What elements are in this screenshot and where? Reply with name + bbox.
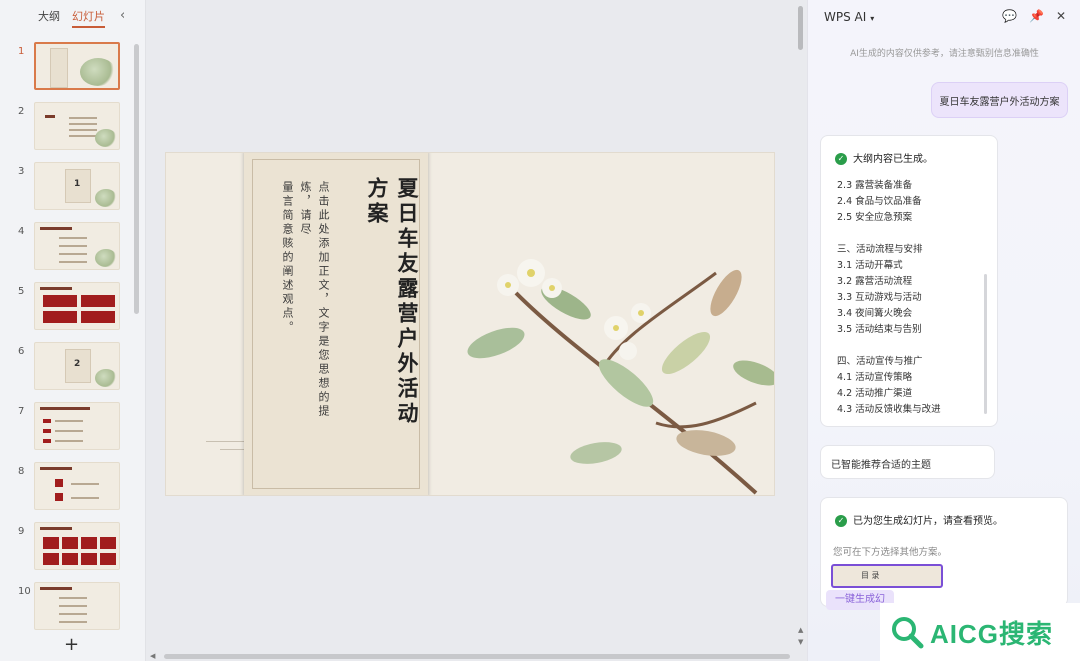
- slide-number: 10: [18, 586, 31, 597]
- slide-thumbnail[interactable]: [34, 462, 120, 510]
- tab-slides[interactable]: 幻灯片: [72, 8, 105, 28]
- slide-number: 3: [18, 166, 25, 177]
- add-slide-button[interactable]: +: [64, 634, 79, 655]
- flower-illustration: [467, 259, 774, 495]
- tab-outline[interactable]: 大纲: [38, 8, 60, 28]
- outline-list: 2.3 露营装备准备 2.4 食品与饮品准备 2.5 安全应急预案 三、活动流程…: [837, 178, 941, 418]
- outline-item: 2.3 露营装备准备: [837, 180, 913, 191]
- slides-status: ✓ 已为您生成幻灯片，请查看预览。: [835, 512, 1003, 527]
- slide-thumbnail[interactable]: [34, 42, 120, 90]
- panel-tabs: 大纲 幻灯片: [38, 8, 105, 28]
- thumbnail-scrollbar[interactable]: [134, 44, 139, 314]
- title-card[interactable]: 夏日车友露营户外活动 方案 点击此处添加正文，文字是您思想的提炼，请尽 量言简意赅的…: [244, 153, 428, 495]
- pin-icon[interactable]: 📌: [1029, 9, 1044, 23]
- slide-canvas: 夏日车友露营户外活动 方案 点击此处添加正文，文字是您思想的提炼，请尽 量言简意赅的…: [147, 0, 807, 661]
- slide-thumbnail[interactable]: [34, 102, 120, 150]
- slide-thumbnail[interactable]: 1: [34, 162, 120, 210]
- theme-message: 已智能推荐合适的主题: [820, 445, 995, 479]
- user-message: 夏日车友露营户外活动方案: [931, 82, 1068, 118]
- chevron-down-icon[interactable]: ▾: [870, 14, 874, 23]
- outline-message: ✓ 大纲内容已生成。 2.3 露营装备准备 2.4 食品与饮品准备 2.5 安全应…: [820, 135, 998, 427]
- slide-thumb-row[interactable]: 1: [0, 40, 136, 100]
- outline-item: 4.1 活动宣传策略: [837, 372, 913, 383]
- slide-thumb-row[interactable]: 6 2: [0, 340, 136, 400]
- slide-thumb-row[interactable]: 7: [0, 400, 136, 460]
- outline-item: 2.5 安全应急预案: [837, 212, 913, 223]
- horizontal-scrollbar[interactable]: ◀: [150, 652, 796, 660]
- slide-thumbnail[interactable]: [34, 582, 120, 630]
- outline-item: 3.5 活动结束与告别: [837, 324, 922, 335]
- slide-number: 5: [18, 286, 25, 297]
- slide-thumb-row[interactable]: 5: [0, 280, 136, 340]
- slide-thumb-row[interactable]: 3 1: [0, 160, 136, 220]
- watermark-text: AICG搜索: [930, 618, 1054, 649]
- slide-thumb-row[interactable]: 4: [0, 220, 136, 280]
- watermark-logo: AICG搜索: [880, 603, 1080, 661]
- slide-title[interactable]: 夏日车友露营户外活动 方案: [362, 177, 422, 427]
- slide-number: 1: [18, 46, 25, 57]
- outline-scrollbar[interactable]: [984, 274, 987, 414]
- outline-item: 2.4 食品与饮品准备: [837, 196, 922, 207]
- slide-number: 7: [18, 406, 25, 417]
- close-icon[interactable]: ✕: [1056, 9, 1066, 23]
- ai-panel-actions: 💬 📌 ✕: [1002, 9, 1066, 23]
- slide-thumb-row[interactable]: 2: [0, 100, 136, 160]
- outline-item: 3.4 夜间篝火晚会: [837, 308, 913, 319]
- outline-item: 3.2 露营活动流程: [837, 276, 913, 287]
- slides-panel: 大纲 幻灯片 ‹ 1 2 3 1 4 5 6 2 7 8 9 10 +: [0, 0, 146, 661]
- slide-number: 6: [18, 346, 25, 357]
- canvas-vertical-scrollbar[interactable]: ▲ ▼: [796, 0, 805, 661]
- search-icon: [892, 617, 924, 649]
- check-icon: ✓: [835, 515, 847, 527]
- slides-subtext: 您可在下方选择其他方案。: [833, 547, 948, 558]
- slide-thumbnail[interactable]: [34, 222, 120, 270]
- slide-thumbnail[interactable]: 2: [34, 342, 120, 390]
- slide-number: 8: [18, 466, 25, 477]
- slide-thumbnail[interactable]: [34, 522, 120, 570]
- chat-icon[interactable]: 💬: [1002, 9, 1017, 23]
- outline-item: 三、活动流程与安排: [837, 244, 923, 255]
- slide-1[interactable]: 夏日车友露营户外活动 方案 点击此处添加正文，文字是您思想的提炼，请尽 量言简意赅的…: [165, 152, 775, 496]
- chevron-left-icon[interactable]: ‹: [120, 8, 125, 23]
- outline-item: 3.1 活动开幕式: [837, 260, 903, 271]
- ai-disclaimer: AI生成的内容仅供参考，请注意甄别信息准确性: [850, 49, 1039, 59]
- outline-item: 4.3 活动反馈收集与改进: [837, 404, 941, 415]
- slide-thumbnail[interactable]: [34, 282, 120, 330]
- wps-ai-panel: WPS AI ▾ 💬 📌 ✕ AI生成的内容仅供参考，请注意甄别信息准确性 夏日车…: [807, 0, 1080, 661]
- slide-thumbnails: 1 2 3 1 4 5 6 2 7 8 9 10: [0, 40, 136, 640]
- slide-thumb-row[interactable]: 10: [0, 580, 136, 640]
- slide-number: 4: [18, 226, 25, 237]
- slide-number: 2: [18, 106, 25, 117]
- check-icon: ✓: [835, 153, 847, 165]
- slide-body-text[interactable]: 点击此处添加正文，文字是您思想的提炼，请尽 量言简意赅的阐述观点。: [278, 181, 332, 441]
- outline-item: 四、活动宣传与推广: [837, 356, 923, 367]
- slide-number: 9: [18, 526, 25, 537]
- slide-thumbnail[interactable]: [34, 402, 120, 450]
- design-preview-thumbnail[interactable]: 目 录: [831, 564, 943, 588]
- outline-item: 3.3 互动游戏与活动: [837, 292, 922, 303]
- slide-thumb-row[interactable]: 8: [0, 460, 136, 520]
- outline-item: 4.2 活动推广渠道: [837, 388, 913, 399]
- outline-status: ✓ 大纲内容已生成。: [835, 150, 933, 165]
- slide-thumb-row[interactable]: 9: [0, 520, 136, 580]
- ai-panel-title[interactable]: WPS AI ▾: [824, 10, 874, 24]
